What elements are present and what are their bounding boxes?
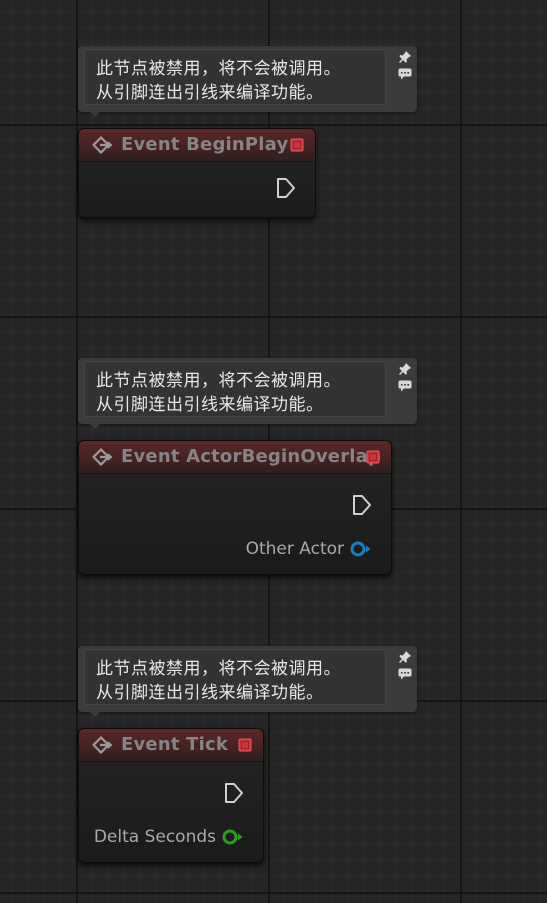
comment-line-2: 从引脚连出引线来编译功能。 (96, 683, 324, 703)
comment-text-box: 此节点被禁用，将不会被调用。 从引脚连出引线来编译功能。 (84, 49, 386, 105)
event-diamond-icon (92, 448, 112, 466)
chat-bubble-icon[interactable] (398, 668, 412, 680)
pin-icon[interactable] (398, 650, 412, 664)
event-node-actorbeginoverlap[interactable]: Event ActorBeginOverlap Other Actor (78, 440, 392, 575)
event-diamond-icon (92, 736, 112, 754)
exec-output-pin-icon[interactable] (352, 494, 372, 516)
float-output-pin-icon[interactable] (221, 828, 245, 846)
node-header[interactable]: Event ActorBeginOverlap (79, 441, 391, 474)
node-title: Event BeginPlay (121, 134, 289, 155)
event-diamond-icon (92, 136, 112, 154)
comment-line-1: 此节点被禁用，将不会被调用。 (96, 659, 341, 679)
exec-output-pin-icon[interactable] (224, 782, 244, 804)
comment-line-2: 从引脚连出引线来编译功能。 (96, 83, 324, 103)
event-node-tick[interactable]: Event Tick Delta Seconds (78, 728, 264, 863)
object-output-pin-icon[interactable] (349, 540, 373, 558)
output-pin-label: Other Actor (245, 539, 344, 559)
node-body: Delta Seconds (79, 762, 263, 862)
node-body (79, 162, 315, 217)
pin-icon[interactable] (398, 50, 412, 64)
comment-line-1: 此节点被禁用，将不会被调用。 (96, 59, 341, 79)
comment-text-box: 此节点被禁用，将不会被调用。 从引脚连出引线来编译功能。 (84, 649, 386, 705)
event-node-beginplay[interactable]: Event BeginPlay (78, 128, 316, 218)
chat-bubble-icon[interactable] (398, 68, 412, 80)
output-pin-label: Delta Seconds (93, 827, 216, 847)
stop-square-icon (366, 450, 380, 464)
node-title: Event ActorBeginOverlap (121, 446, 382, 467)
node-header[interactable]: Event Tick (79, 729, 263, 762)
stop-square-icon (238, 738, 252, 752)
chat-bubble-icon[interactable] (398, 380, 412, 392)
disabled-comment-bubble[interactable]: 此节点被禁用，将不会被调用。 从引脚连出引线来编译功能。 (78, 46, 417, 117)
comment-line-1: 此节点被禁用，将不会被调用。 (96, 371, 341, 391)
disabled-comment-bubble[interactable]: 此节点被禁用，将不会被调用。 从引脚连出引线来编译功能。 (78, 646, 417, 717)
stop-square-icon (290, 138, 304, 152)
exec-output-pin-icon[interactable] (276, 177, 296, 199)
node-title: Event Tick (121, 734, 229, 755)
node-body: Other Actor (79, 474, 391, 574)
pin-icon[interactable] (398, 362, 412, 376)
disabled-comment-bubble[interactable]: 此节点被禁用，将不会被调用。 从引脚连出引线来编译功能。 (78, 358, 417, 429)
comment-line-2: 从引脚连出引线来编译功能。 (96, 395, 324, 415)
node-header[interactable]: Event BeginPlay (79, 129, 315, 162)
comment-text-box: 此节点被禁用，将不会被调用。 从引脚连出引线来编译功能。 (84, 361, 386, 417)
blueprint-graph-canvas[interactable]: 此节点被禁用，将不会被调用。 从引脚连出引线来编译功能。 Event Begin… (0, 0, 547, 903)
